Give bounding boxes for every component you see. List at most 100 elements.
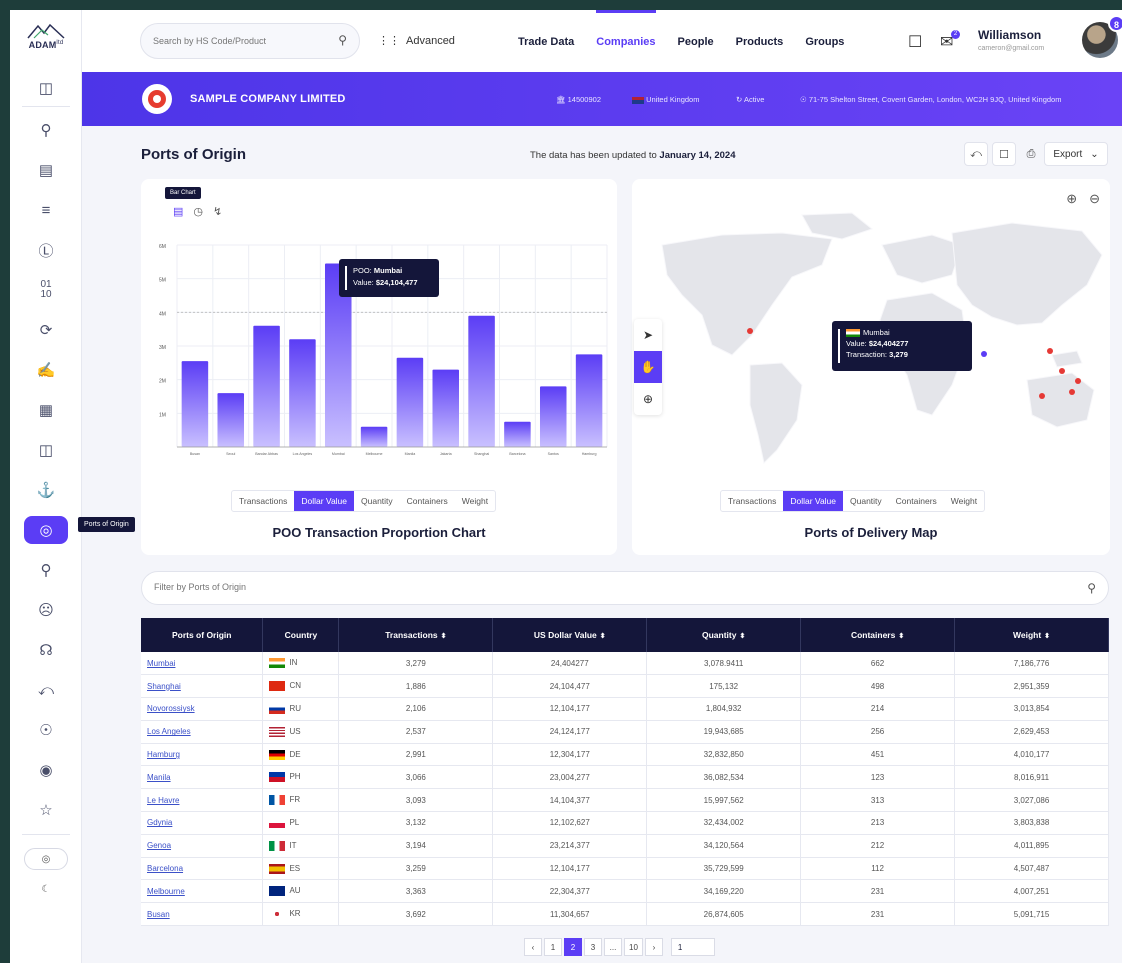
tab-containers[interactable]: Containers [889,491,944,511]
advanced-button[interactable]: ⋮⋮ Advanced [378,34,455,48]
crosshair-tool-icon[interactable]: ⊕ [634,383,662,415]
share-nodes-icon[interactable]: ⤺ [30,676,62,704]
port-link[interactable]: Manila [141,765,264,790]
col-quantity[interactable]: Quantity ⬍ [646,618,802,652]
port-link[interactable]: Le Havre [141,788,264,813]
settings-toggle-button[interactable]: ◎ [24,848,68,870]
bar-barcelona[interactable] [504,421,531,447]
sad-face-icon[interactable]: ☹ [30,596,62,624]
bookmark-icon[interactable]: ☐ [908,32,922,52]
nav-trade-data[interactable]: Trade Data [518,10,574,72]
user-name[interactable]: Williamson [978,28,1041,42]
pie-chart-icon[interactable]: ◷ [193,205,203,218]
table-row[interactable]: Hamburg DE 2,991 12,304,177 32,832,850 451 4,0… [141,743,1109,767]
search-icon[interactable]: ⚲ [30,116,62,144]
nav-companies[interactable]: Companies [596,10,656,72]
ports-of-origin-icon[interactable]: ◎ [24,516,68,544]
tab-quantity[interactable]: Quantity [354,491,400,511]
star-icon[interactable]: ☆ [30,796,62,824]
table-row[interactable]: Barcelona ES 3,259 12,104,177 35,729,599 112 4… [141,857,1109,881]
col-transactions[interactable]: Transactions ⬍ [338,618,494,652]
bar-chart-icon[interactable]: ▤ [30,156,62,184]
bar-chart-icon[interactable]: ▤ [173,205,183,218]
line-chart-icon[interactable]: ↯ [213,205,222,218]
port-link[interactable]: Melbourne [141,879,264,904]
page-1[interactable]: 1 [544,938,562,956]
search-icon[interactable]: ⚲ [1087,581,1096,595]
nav-products[interactable]: Products [736,10,784,72]
hand-tool-icon[interactable]: ✋ [634,351,662,383]
map-marker[interactable] [1075,378,1081,384]
nav-people[interactable]: People [678,10,714,72]
map-marker[interactable] [747,328,753,334]
sliders-icon[interactable]: ≡ [30,196,62,224]
map-marker[interactable] [1047,348,1053,354]
bar-melbourne[interactable] [360,426,388,447]
map-marker[interactable] [1069,389,1075,395]
page-3[interactable]: 3 [584,938,602,956]
dollar-search-icon[interactable]: Ⓛ [30,236,62,264]
port-link[interactable]: Barcelona [141,857,264,881]
tab-transactions[interactable]: Transactions [721,491,783,511]
bar-los-angeles[interactable] [289,339,316,447]
page-2[interactable]: 2 [564,938,582,956]
col-country[interactable]: Country [262,618,340,652]
print-button[interactable]: ⎙ [1019,142,1043,166]
bar-bandar-abbas[interactable] [253,325,280,447]
bar-jakarta[interactable] [432,369,460,447]
col-us-dollar-value[interactable]: US Dollar Value ⬍ [492,618,648,652]
share-button[interactable]: ⤺ [964,142,988,166]
export-button[interactable]: Export ⌄ [1044,142,1108,166]
table-row[interactable]: Mumbai IN 3,279 24,404277 3,078.9411 662 7,186… [141,652,1109,676]
port-link[interactable]: Busan [141,902,264,927]
hand-coins-icon[interactable]: ✍ [30,356,62,384]
prev-page-button[interactable]: ‹ [524,938,542,956]
table-row[interactable]: Shanghai CN 1,886 24,104,477 175,132 498 2,951… [141,674,1109,699]
globe-icon[interactable]: ☉ [30,716,62,744]
table-row[interactable]: Manila PH 3,066 23,004,277 36,082,534 123 8,01… [141,765,1109,790]
goto-page-input[interactable]: 1 [670,938,715,956]
refresh-icon[interactable]: ⟳ [30,316,62,344]
bar-busan[interactable] [181,361,209,447]
brand-logo[interactable]: ADAMltd [18,22,74,58]
table-row[interactable]: Gdynia PL 3,132 12,102,627 32,434,002 213 3,80… [141,811,1109,835]
port-link[interactable]: Hamburg [141,743,264,767]
port-link[interactable]: Los Angeles [141,720,264,744]
search-icon[interactable]: ⚲ [338,33,347,47]
binary-icon[interactable]: 01 10 [30,276,62,304]
bar-santos[interactable] [539,386,567,447]
page-10[interactable]: 10 [624,938,643,956]
tab-weight[interactable]: Weight [455,491,495,511]
map-marker[interactable] [1059,368,1065,374]
port-link[interactable]: Mumbai [141,652,264,676]
headphones-icon[interactable]: ☊ [30,636,62,664]
table-row[interactable]: Genoa IT 3,194 23,214,377 34,120,564 212 4,011… [141,834,1109,858]
nav-groups[interactable]: Groups [805,10,844,72]
bar-manila[interactable] [396,357,424,447]
dark-mode-toggle[interactable]: ☾ [24,878,68,900]
map-marker-mumbai[interactable] [981,351,987,357]
bar-hamburg[interactable] [575,354,603,447]
table-row[interactable]: Los Angeles US 2,537 24,124,177 19,943,685 25… [141,720,1109,744]
location-pin-icon[interactable]: ⚲ [30,556,62,584]
search-input[interactable] [153,33,323,49]
sidebar-toggle-icon[interactable]: ◫ [30,74,62,102]
bar-seoul[interactable] [217,393,245,447]
tab-dollar-value[interactable]: Dollar Value [783,491,844,511]
book-icon[interactable]: ◫ [30,436,62,464]
port-link[interactable]: Shanghai [141,674,264,699]
next-page-button[interactable]: › [644,938,663,956]
table-row[interactable]: Busan KR 3,692 11,304,657 26,874,605 231 5,091… [141,902,1109,927]
tab-weight[interactable]: Weight [944,491,984,511]
table-row[interactable]: Novorossiysk RU 2,106 12,104,177 1,804,932 21… [141,697,1109,721]
map-marker[interactable] [1039,393,1045,399]
tab-quantity[interactable]: Quantity [843,491,889,511]
table-row[interactable]: Melbourne AU 3,363 22,304,377 34,169,220 231 4… [141,879,1109,904]
filter-input[interactable] [154,582,754,592]
map-pin-icon[interactable]: ◉ [30,756,62,784]
bar-shanghai[interactable] [468,315,495,447]
pointer-tool-icon[interactable]: ➤ [634,319,662,351]
port-link[interactable]: Genoa [141,834,264,858]
calendar-icon[interactable]: ▦ [30,396,62,424]
tab-transactions[interactable]: Transactions [232,491,294,511]
